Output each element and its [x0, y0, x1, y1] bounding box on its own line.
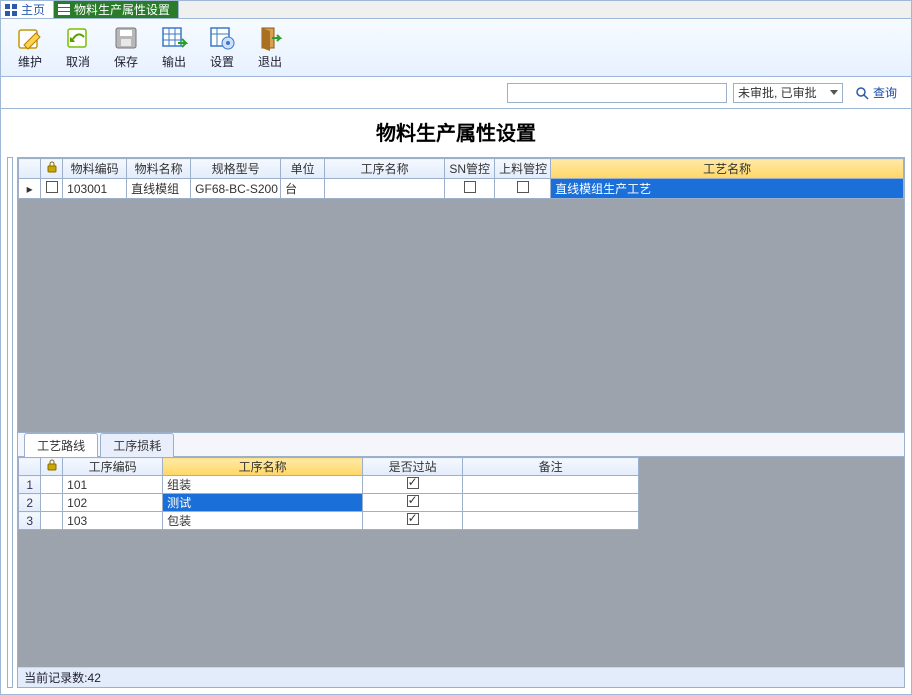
detail-panel: 工艺路线 工序损耗: [17, 433, 905, 688]
cell-proccode[interactable]: 102: [63, 494, 163, 512]
col-matcode[interactable]: 物料编码: [63, 159, 127, 179]
cell-techname[interactable]: 直线模组生产工艺: [551, 179, 904, 199]
cell-rownum[interactable]: 2: [19, 494, 41, 512]
table-row[interactable]: 3 103 包装: [19, 512, 639, 530]
tab-bar: 主页 物料生产属性设置: [1, 1, 911, 19]
cell-matcode[interactable]: 103001: [63, 179, 127, 199]
search-icon: [855, 86, 869, 100]
cell-procname[interactable]: [325, 179, 445, 199]
col-remark[interactable]: 备注: [463, 458, 639, 476]
status-combo-value: 未审批, 已审批: [738, 84, 817, 101]
cell-proccode[interactable]: 103: [63, 512, 163, 530]
chevron-down-icon: [830, 90, 838, 95]
status-count: 42: [88, 671, 101, 685]
cell-rownum[interactable]: 1: [19, 476, 41, 494]
cell-pass[interactable]: [363, 476, 463, 494]
status-combo[interactable]: 未审批, 已审批: [733, 83, 843, 103]
cell-remark[interactable]: [463, 476, 639, 494]
col-rownum[interactable]: [19, 458, 41, 476]
status-label: 当前记录数:: [24, 669, 87, 686]
main-grid[interactable]: 物料编码 物料名称 规格型号 单位 工序名称 SN管控 上料管控 工艺名称: [17, 157, 905, 433]
exit-icon: [256, 25, 284, 51]
maintain-label: 维护: [18, 53, 42, 70]
col-spec[interactable]: 规格型号: [191, 159, 281, 179]
col-techname[interactable]: 工艺名称: [551, 159, 904, 179]
cancel-label: 取消: [66, 53, 90, 70]
settings-button[interactable]: 设置: [199, 23, 245, 73]
route-grid[interactable]: 工序编码 工序名称 是否过站 备注 1 101 组装: [18, 457, 904, 667]
grid-header-row: 物料编码 物料名称 规格型号 单位 工序名称 SN管控 上料管控 工艺名称: [19, 159, 904, 179]
row-indicator[interactable]: ▸: [19, 179, 41, 199]
search-input[interactable]: [507, 83, 727, 103]
settings-icon: [208, 25, 236, 51]
tab-route[interactable]: 工艺路线: [24, 433, 98, 457]
exit-button[interactable]: 退出: [247, 23, 293, 73]
tree-root[interactable]: 全部: [10, 160, 13, 179]
undo-icon: [64, 25, 92, 51]
col-snctrl[interactable]: SN管控: [445, 159, 495, 179]
route-header-row: 工序编码 工序名称 是否过站 备注: [19, 458, 639, 476]
cell-procname[interactable]: 组装: [163, 476, 363, 494]
table-row[interactable]: 2 102 测试: [19, 494, 639, 512]
row-checkbox[interactable]: [41, 179, 63, 199]
category-tree[interactable]: 全部 +1 成品类 +2 半成品 +3 原材料: [7, 157, 13, 688]
table-row[interactable]: 1 101 组装: [19, 476, 639, 494]
maintain-button[interactable]: 维护: [7, 23, 53, 73]
query-button[interactable]: 查询: [849, 83, 903, 103]
cell-matname[interactable]: 直线模组: [127, 179, 191, 199]
cell-procname[interactable]: 包装: [163, 512, 363, 530]
cell-pass[interactable]: [363, 494, 463, 512]
cell-remark[interactable]: [463, 512, 639, 530]
col-lock[interactable]: [41, 458, 63, 476]
page-title: 物料生产属性设置: [1, 109, 911, 153]
status-bar: 当前记录数:42: [18, 667, 904, 687]
cell-proccode[interactable]: 101: [63, 476, 163, 494]
lock-icon: [47, 459, 57, 471]
tree-node[interactable]: +2 半成品: [10, 198, 13, 217]
col-unit[interactable]: 单位: [281, 159, 325, 179]
cell-feedctrl[interactable]: [495, 179, 551, 199]
table-row[interactable]: ▸ 103001 直线模组 GF68-BC-S200 台 直线模组生产工艺: [19, 179, 904, 199]
tree-node[interactable]: +1 成品类: [10, 179, 13, 198]
cell-unit[interactable]: 台: [281, 179, 325, 199]
export-icon: [160, 25, 188, 51]
col-rowhead[interactable]: [19, 159, 41, 179]
query-label: 查询: [873, 84, 897, 101]
settings-label: 设置: [210, 53, 234, 70]
export-label: 输出: [162, 53, 186, 70]
filter-row: 未审批, 已审批 查询: [1, 77, 911, 109]
save-label: 保存: [114, 53, 138, 70]
col-proccode[interactable]: 工序编码: [63, 458, 163, 476]
toolbar: 维护 取消 保存 输出 设置: [1, 19, 911, 77]
cell-snctrl[interactable]: [445, 179, 495, 199]
exit-label: 退出: [258, 53, 282, 70]
tab-current-label: 物料生产属性设置: [74, 1, 170, 18]
col-feedctrl[interactable]: 上料管控: [495, 159, 551, 179]
tab-current[interactable]: 物料生产属性设置: [54, 1, 179, 18]
cell-procname[interactable]: 测试: [163, 494, 363, 512]
col-procname[interactable]: 工序名称: [163, 458, 363, 476]
export-button[interactable]: 输出: [151, 23, 197, 73]
cell-pass[interactable]: [363, 512, 463, 530]
cell-spec[interactable]: GF68-BC-S200: [191, 179, 281, 199]
tab-home-label: 主页: [21, 1, 45, 18]
lock-icon: [47, 161, 57, 173]
cell-remark[interactable]: [463, 494, 639, 512]
col-lock[interactable]: [41, 159, 63, 179]
save-button[interactable]: 保存: [103, 23, 149, 73]
col-procname[interactable]: 工序名称: [325, 159, 445, 179]
save-icon: [112, 25, 140, 51]
detail-tab-bar: 工艺路线 工序损耗: [18, 433, 904, 457]
tab-home[interactable]: 主页: [1, 1, 54, 18]
col-pass[interactable]: 是否过站: [363, 458, 463, 476]
home-tab-icon: [5, 4, 17, 16]
col-matname[interactable]: 物料名称: [127, 159, 191, 179]
tree-node[interactable]: +3 原材料: [10, 217, 13, 236]
grid-tab-icon: [58, 4, 70, 16]
cancel-button[interactable]: 取消: [55, 23, 101, 73]
cell-rownum[interactable]: 3: [19, 512, 41, 530]
edit-icon: [16, 25, 44, 51]
tab-loss[interactable]: 工序损耗: [100, 433, 174, 457]
